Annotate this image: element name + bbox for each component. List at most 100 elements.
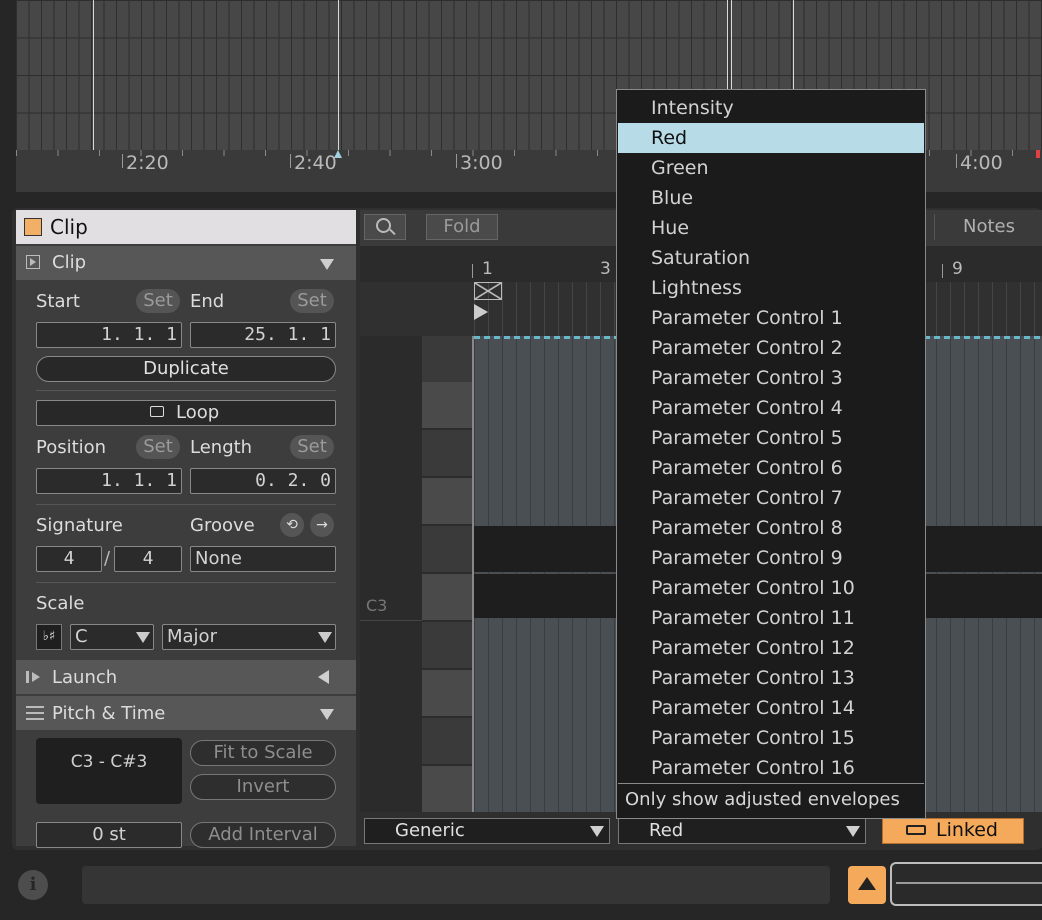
pitch-section-title: Pitch & Time (52, 703, 166, 724)
menu-item[interactable]: Parameter Control 11 (618, 603, 924, 633)
end-label: End (190, 291, 225, 312)
menu-item[interactable]: Intensity (618, 93, 924, 123)
bar-label: 3 (600, 259, 611, 279)
loop-label: Loop (176, 402, 220, 423)
end-field[interactable]: 25. 1. 1 (190, 322, 336, 348)
ruler-label: 2:20 (122, 152, 169, 174)
start-field[interactable]: 1. 1. 1 (36, 322, 182, 348)
signature-numerator[interactable]: 4 (36, 546, 102, 572)
position-set-button[interactable]: Set (136, 435, 180, 459)
end-set-button[interactable]: Set (290, 289, 334, 313)
menu-item[interactable]: Parameter Control 16 (618, 753, 924, 783)
clip-section-title: Clip (52, 252, 86, 273)
start-set-button[interactable]: Set (136, 289, 180, 313)
fold-button[interactable]: Fold (426, 214, 498, 240)
menu-item[interactable]: Parameter Control 5 (618, 423, 924, 453)
ruler-label: 3:00 (456, 152, 503, 174)
playhead-start-icon[interactable] (474, 304, 488, 320)
add-interval-button[interactable]: Add Interval (190, 822, 336, 848)
groove-hot-swap-icon[interactable]: ⟲ (280, 513, 304, 537)
link-icon (906, 825, 926, 835)
duplicate-button[interactable]: Duplicate (36, 356, 336, 382)
piano-key[interactable] (422, 478, 472, 524)
clip-color-swatch[interactable] (24, 218, 42, 236)
groove-arrow-icon[interactable]: → (310, 513, 334, 537)
chevron-down-icon (590, 826, 604, 837)
status-message-area (82, 866, 830, 904)
menu-item[interactable]: Parameter Control 13 (618, 663, 924, 693)
info-icon[interactable]: i (18, 870, 48, 900)
device-dropdown-value: Generic (395, 820, 465, 841)
piano-key[interactable] (422, 622, 472, 668)
invert-button[interactable]: Invert (190, 774, 336, 800)
scale-mode-dropdown[interactable]: Major (162, 624, 336, 650)
ruler-label: 2:40 (290, 152, 337, 174)
signature-label: Signature (36, 515, 123, 536)
play-box-icon (26, 255, 40, 269)
piano-key[interactable] (422, 718, 472, 764)
menu-item[interactable]: Parameter Control 8 (618, 513, 924, 543)
menu-item[interactable]: Parameter Control 14 (618, 693, 924, 723)
scale-root-value: C (75, 626, 88, 647)
length-set-button[interactable]: Set (290, 435, 334, 459)
chevron-down-icon (846, 826, 860, 837)
menu-item[interactable]: Hue (618, 213, 924, 243)
locator-line (338, 0, 339, 150)
key-label-c3: C3 (366, 596, 388, 615)
length-field[interactable]: 0. 2. 0 (190, 468, 336, 494)
menu-item[interactable]: Parameter Control 1 (618, 303, 924, 333)
piano-key[interactable] (422, 430, 472, 476)
tab-notes[interactable]: Notes (934, 214, 1042, 240)
clip-start-marker-icon[interactable] (474, 282, 502, 300)
overview-line (896, 882, 1042, 884)
start-label: Start (36, 291, 80, 312)
loop-icon (150, 406, 164, 417)
menu-item[interactable]: Parameter Control 10 (618, 573, 924, 603)
groove-field[interactable]: None (190, 546, 336, 572)
fit-to-scale-button[interactable]: Fit to Scale (190, 740, 336, 766)
signature-denominator[interactable]: 4 (114, 546, 182, 572)
menu-divider (618, 783, 924, 784)
menu-item[interactable]: Saturation (618, 243, 924, 273)
transpose-field[interactable]: 0 st (36, 822, 182, 848)
menu-item[interactable]: Red (618, 123, 924, 153)
menu-item[interactable]: Parameter Control 4 (618, 393, 924, 423)
piano-key[interactable] (422, 336, 472, 382)
menu-item[interactable]: Parameter Control 9 (618, 543, 924, 573)
piano-key[interactable] (422, 382, 472, 428)
triangle-up-icon (858, 877, 876, 890)
menu-item[interactable]: Parameter Control 6 (618, 453, 924, 483)
search-icon (376, 218, 391, 233)
control-dropdown[interactable]: Red (618, 818, 866, 844)
scale-mode-value: Major (167, 626, 217, 647)
collapse-icon[interactable] (320, 709, 334, 720)
menu-footer-option[interactable]: Only show adjusted envelopes (625, 789, 900, 810)
length-label: Length (190, 437, 253, 458)
menu-item[interactable]: Green (618, 153, 924, 183)
piano-key[interactable] (422, 574, 472, 620)
control-dropdown-value: Red (649, 820, 684, 841)
menu-item[interactable]: Lightness (618, 273, 924, 303)
device-dropdown[interactable]: Generic (364, 818, 610, 844)
position-field[interactable]: 1. 1. 1 (36, 468, 182, 494)
menu-item[interactable]: Parameter Control 3 (618, 363, 924, 393)
piano-key[interactable] (422, 670, 472, 716)
menu-item[interactable]: Blue (618, 183, 924, 213)
piano-key[interactable] (422, 526, 472, 572)
pitch-range-text: C3 - C#3 (70, 752, 148, 772)
overview-thumbnail[interactable] (890, 862, 1042, 906)
menu-item[interactable]: Parameter Control 2 (618, 333, 924, 363)
expand-icon[interactable] (318, 670, 329, 684)
menu-item[interactable]: Parameter Control 12 (618, 633, 924, 663)
playhead-marker (334, 150, 342, 158)
locator-line (93, 0, 94, 150)
piano-key[interactable] (422, 766, 472, 812)
scale-label: Scale (36, 593, 85, 614)
clip-start-line (472, 336, 474, 812)
menu-item[interactable]: Parameter Control 15 (618, 723, 924, 753)
collapse-icon[interactable] (320, 259, 334, 270)
clip-tab-title: Clip (50, 215, 88, 239)
menu-item[interactable]: Parameter Control 7 (618, 483, 924, 513)
groove-label: Groove (190, 515, 255, 536)
scale-mode-icon[interactable]: ♭♯ (36, 624, 62, 650)
